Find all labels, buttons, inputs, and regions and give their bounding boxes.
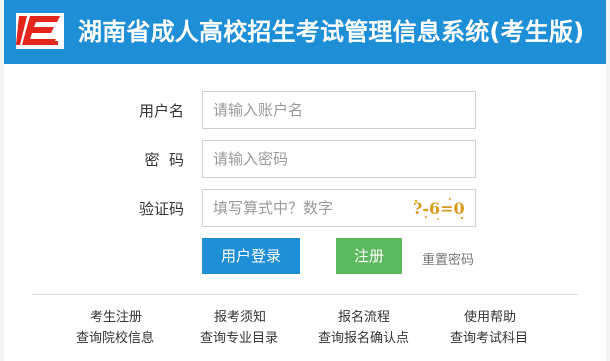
login-button[interactable]: 用户登录 xyxy=(202,238,300,274)
link-register[interactable]: 考生注册 xyxy=(90,306,142,325)
logo-icon xyxy=(16,13,64,49)
link-query-sites[interactable]: 查询报名确认点 xyxy=(318,327,409,346)
register-button[interactable]: 注册 xyxy=(336,238,402,274)
header-bar: 湖南省成人高校招生考试管理信息系统(考生版) xyxy=(4,0,606,64)
link-query-schools[interactable]: 查询院校信息 xyxy=(76,327,154,346)
username-label: 用户名 xyxy=(138,102,184,120)
login-panel: 用户名 密 码 验证码 ?-6=0 用户登录 注册 重置密码 考生注册 报考须知… xyxy=(4,64,606,361)
link-query-subjects[interactable]: 查询考试科目 xyxy=(450,327,528,346)
link-process[interactable]: 报名流程 xyxy=(338,306,390,325)
username-input[interactable] xyxy=(202,91,476,129)
divider xyxy=(32,294,578,295)
password-label: 密 码 xyxy=(144,151,184,169)
link-help[interactable]: 使用帮助 xyxy=(464,306,516,325)
link-query-majors[interactable]: 查询专业目录 xyxy=(200,327,278,346)
reset-password-link[interactable]: 重置密码 xyxy=(422,249,474,268)
link-notice[interactable]: 报考须知 xyxy=(214,306,266,325)
captcha-text: ?-6=0 xyxy=(413,199,465,218)
captcha-label: 验证码 xyxy=(138,200,184,218)
captcha-image[interactable]: ?-6=0 xyxy=(410,193,474,223)
page-title: 湖南省成人高校招生考试管理信息系统(考生版) xyxy=(78,18,585,46)
password-input[interactable] xyxy=(202,140,476,178)
